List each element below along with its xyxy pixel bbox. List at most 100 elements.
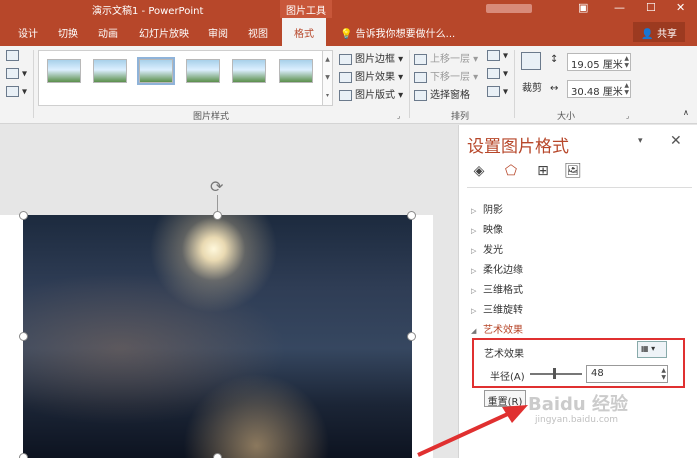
- picture-styles-gallery[interactable]: [38, 50, 324, 106]
- resize-handle[interactable]: [19, 211, 28, 220]
- picture-effects-button[interactable]: 图片效果 ▾: [339, 68, 403, 83]
- adjust-icon[interactable]: [6, 50, 22, 62]
- section-label: 三维旋转: [483, 305, 523, 316]
- section-glow[interactable]: ▷ 发光: [471, 241, 503, 256]
- size-properties-icon[interactable]: ⊞: [533, 163, 553, 181]
- dialog-launcher-icon[interactable]: ⌟: [397, 112, 400, 120]
- section-label: 三维格式: [483, 285, 523, 296]
- picture-style-thumb[interactable]: [93, 59, 127, 83]
- title-bar: 演示文稿1 - PowerPoint 图片工具 ▣ — ☐ ✕: [0, 0, 697, 18]
- section-3d-rotation[interactable]: ▷ 三维旋转: [471, 301, 523, 316]
- height-value: 19.05 厘米: [571, 60, 623, 71]
- expand-arrow-icon: ▷: [471, 247, 477, 255]
- resize-handle[interactable]: [407, 211, 416, 220]
- pane-close-icon[interactable]: ✕: [670, 133, 682, 149]
- expand-arrow-icon: ▷: [471, 267, 477, 275]
- pane-title: 设置图片格式: [467, 137, 569, 157]
- minimize-icon[interactable]: —: [614, 1, 625, 14]
- size-group-label: 大小: [557, 112, 576, 122]
- effect-preview-icon: ▦: [641, 344, 649, 353]
- close-icon[interactable]: ✕: [676, 1, 685, 14]
- picture-style-thumb[interactable]: [279, 59, 313, 83]
- pane-options-icon[interactable]: ▾: [638, 136, 643, 146]
- resize-handle[interactable]: [213, 211, 222, 220]
- size-dialog-launcher-icon[interactable]: ⌟: [626, 112, 629, 120]
- tab-view[interactable]: 视图: [248, 25, 268, 40]
- tab-animations[interactable]: 动画: [98, 25, 118, 40]
- expand-arrow-icon: ▷: [471, 227, 477, 235]
- rotate-handle-icon[interactable]: ⟳: [210, 177, 223, 196]
- color-icon[interactable]: ▾: [6, 68, 27, 80]
- section-3d-format[interactable]: ▷ 三维格式: [471, 281, 523, 296]
- bring-forward-button[interactable]: 上移一层 ▾: [414, 50, 478, 65]
- effects-icon[interactable]: ⬠: [501, 163, 521, 181]
- arrange-group-label: 排列: [451, 112, 470, 122]
- artistic-effect-dropdown[interactable]: ▦ ▾: [637, 341, 667, 358]
- lightbulb-icon: 💡: [340, 29, 353, 40]
- section-label: 阴影: [483, 205, 503, 216]
- picture-icon[interactable]: 🖼: [563, 163, 583, 181]
- collapse-ribbon-icon[interactable]: ∧: [683, 108, 689, 117]
- resize-handle[interactable]: [213, 453, 222, 458]
- section-label: 映像: [483, 225, 503, 236]
- height-spinner[interactable]: ▲ ▼: [624, 55, 629, 69]
- section-label: 柔化边缘: [483, 265, 523, 276]
- radius-value: 48: [591, 368, 604, 379]
- tab-review[interactable]: 审阅: [208, 25, 228, 40]
- pane-divider: [467, 187, 692, 188]
- red-arrow-annotation: [417, 405, 528, 457]
- picture-border-button[interactable]: 图片边框 ▾: [339, 50, 403, 65]
- collapse-arrow-icon: ◢: [471, 327, 477, 335]
- crop-button[interactable]: [521, 52, 544, 70]
- gallery-scroll[interactable]: ▲ ▼ ▾: [322, 50, 333, 106]
- picture-styles-group-label: 图片样式: [193, 112, 230, 122]
- tell-me-text: 告诉我你想要做什么...: [355, 29, 456, 40]
- resize-handle[interactable]: [19, 453, 28, 458]
- resize-handle[interactable]: [19, 332, 28, 341]
- picture-style-thumb[interactable]: [47, 59, 81, 83]
- width-value: 30.48 厘米: [571, 87, 623, 98]
- section-artistic-effects[interactable]: ◢ 艺术效果: [471, 321, 523, 336]
- rotate-icon[interactable]: ▾: [487, 86, 508, 98]
- maximize-icon[interactable]: ☐: [646, 1, 656, 14]
- radius-label: 半径(A): [490, 372, 525, 383]
- tab-slideshow[interactable]: 幻灯片放映: [139, 25, 189, 40]
- radius-slider-track[interactable]: [530, 373, 582, 375]
- expand-arrow-icon: ▷: [471, 307, 477, 315]
- crop-label: 裁剪: [522, 83, 542, 94]
- picture-layout-button[interactable]: 图片版式 ▾: [339, 86, 403, 101]
- ribbon-divider: [409, 50, 410, 118]
- send-backward-button[interactable]: 下移一层 ▾: [414, 68, 478, 83]
- share-button[interactable]: 👤 共享: [633, 22, 685, 42]
- section-label: 艺术效果: [483, 325, 523, 336]
- selection-pane-button[interactable]: 选择窗格: [414, 86, 470, 101]
- tab-format[interactable]: 格式: [282, 18, 326, 46]
- radius-field[interactable]: 48 ▲ ▼: [586, 365, 668, 383]
- align-icon[interactable]: ▾: [487, 50, 508, 62]
- width-spinner[interactable]: ▲ ▼: [624, 82, 629, 96]
- width-field[interactable]: 30.48 厘米 ▲ ▼: [567, 80, 631, 98]
- picture-style-thumb[interactable]: [186, 59, 220, 83]
- account-name-blurred: [486, 4, 532, 13]
- picture-tools-context-label: 图片工具: [280, 0, 332, 18]
- tab-design[interactable]: 设计: [18, 25, 38, 40]
- tab-transitions[interactable]: 切换: [58, 25, 78, 40]
- height-field[interactable]: 19.05 厘米 ▲ ▼: [567, 53, 631, 71]
- section-reflection[interactable]: ▷ 映像: [471, 221, 503, 236]
- artistic-effects-icon[interactable]: ▾: [6, 86, 27, 98]
- picture-layout-label: 图片版式: [355, 90, 395, 101]
- section-shadow[interactable]: ▷ 阴影: [471, 201, 503, 216]
- selected-picture[interactable]: [23, 215, 412, 458]
- section-soft-edges[interactable]: ▷ 柔化边缘: [471, 261, 523, 276]
- expand-arrow-icon: ▷: [471, 207, 477, 215]
- ribbon-display-options-icon[interactable]: ▣: [578, 1, 588, 14]
- picture-style-thumb[interactable]: [232, 59, 266, 83]
- tell-me-search[interactable]: 💡 告诉我你想要做什么...: [340, 25, 455, 40]
- resize-handle[interactable]: [407, 332, 416, 341]
- fill-line-icon[interactable]: ◈: [469, 163, 489, 181]
- radius-spinner[interactable]: ▲ ▼: [661, 367, 666, 381]
- section-label: 发光: [483, 245, 503, 256]
- group-icon[interactable]: ▾: [487, 68, 508, 80]
- radius-slider-thumb[interactable]: [553, 368, 556, 379]
- picture-style-thumb[interactable]: [137, 57, 175, 85]
